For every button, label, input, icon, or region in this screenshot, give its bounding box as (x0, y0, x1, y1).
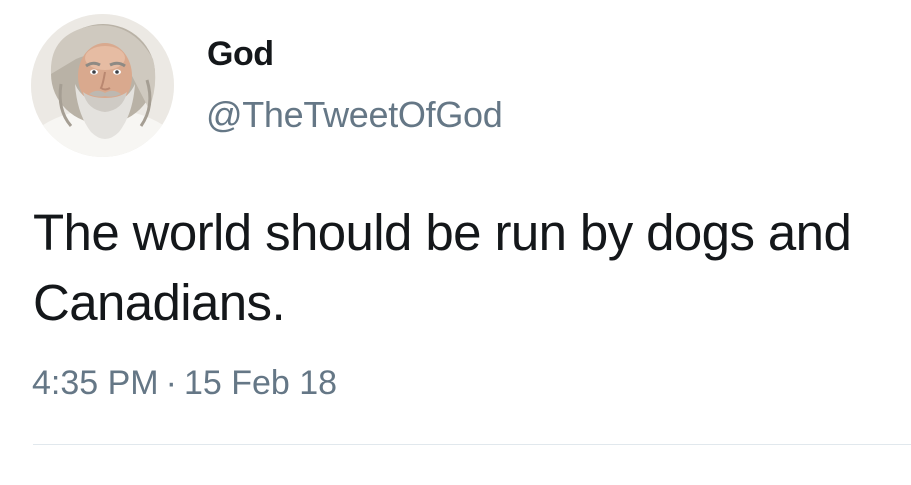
author-avatar[interactable] (31, 14, 174, 157)
meta-separator: · (165, 364, 177, 402)
tweet-text: The world should be run by dogs and Cana… (33, 204, 852, 331)
divider (33, 444, 911, 445)
tweet-time: 4:35 PM (32, 364, 159, 402)
tweet-timestamp[interactable]: 4:35 PM · 15 Feb 18 (32, 363, 337, 403)
bearded-man-avatar-icon (31, 14, 174, 157)
tweet-date: 15 Feb 18 (183, 364, 338, 402)
author-handle[interactable]: @TheTweetOfGod (206, 95, 503, 135)
tweet-card: God @TheTweetOfGod The world should be r… (0, 0, 911, 485)
author-display-name[interactable]: God (207, 34, 274, 74)
